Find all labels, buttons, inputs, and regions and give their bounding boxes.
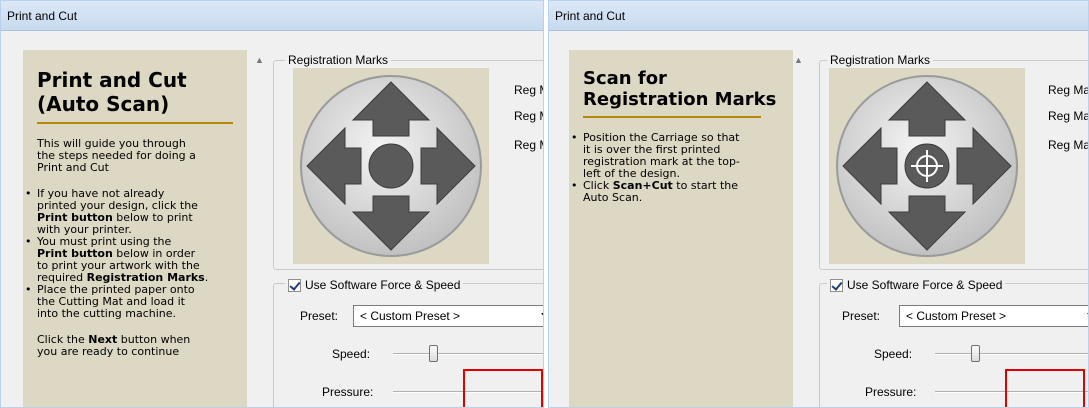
reg-mark-item[interactable]: Reg Mar [1048,109,1088,123]
title-bar: Print and Cut [549,1,1088,31]
guide-steps: If you have not already printed your des… [25,188,237,320]
print-and-cut-window-right: Print and Cut Scan for Registration Mark… [548,0,1089,408]
window-title: Print and Cut [555,9,626,23]
speed-slider-thumb[interactable] [971,345,980,362]
pressure-label: Pressure: [322,385,374,399]
guide-heading-line1: Print and Cut [37,68,187,92]
highlight-box [1005,369,1085,407]
preset-label: Preset: [842,309,881,323]
guide-step: Place the printed paper onto the Cutting… [25,284,237,320]
guide-panel: Scan for Registration Marks Position the… [569,50,793,407]
title-bar: Print and Cut [1,1,543,31]
window-title: Print and Cut [7,9,78,23]
use-software-force-label: Use Software Force & Speed [305,278,461,292]
guide-step: If you have not already printed your des… [25,188,237,236]
registration-marks-label: Registration Marks [285,53,392,67]
print-and-cut-window-left: Print and Cut Print and Cut (Auto Scan) … [0,0,544,408]
heading-rule [37,122,233,124]
preset-value: < Custom Preset > [906,309,1007,323]
use-software-force-checkbox[interactable]: Use Software Force & Speed [285,278,464,292]
preset-select[interactable]: < Custom Preset > [353,305,543,327]
speed-slider-track[interactable] [935,353,1088,355]
reg-mark-item[interactable]: Reg Mar [514,83,543,97]
guide-outro: Click the Next button when you are ready… [37,333,191,358]
heading-rule [583,116,761,118]
use-software-force-checkbox[interactable]: Use Software Force & Speed [827,278,1006,292]
guide-panel: Print and Cut (Auto Scan) This will guid… [23,50,247,407]
preset-label: Preset: [300,309,339,323]
guide-heading: Print and Cut (Auto Scan) [37,68,237,116]
direction-pad [829,68,1025,264]
registration-marks-label: Registration Marks [827,53,934,67]
crosshair-target-icon[interactable] [904,143,950,189]
guide-heading-line1: Scan for [583,68,667,89]
speed-slider-track[interactable] [393,353,543,355]
preset-select[interactable]: < Custom Preset > [899,305,1088,327]
speed-label: Speed: [874,347,913,361]
highlight-box [463,369,543,407]
checkbox-checked-icon[interactable] [830,278,843,292]
guide-step: Position the Carriage so that it is over… [571,132,783,180]
preset-value: < Custom Preset > [360,309,461,323]
guide-heading-line2: (Auto Scan) [37,92,170,116]
guide-step: You must print using the Print button be… [25,236,237,284]
use-software-force-label: Use Software Force & Speed [847,278,1003,292]
reg-mark-item[interactable]: Reg Mar [514,109,543,123]
center-button-icon[interactable] [368,143,414,189]
reg-mark-item[interactable]: Reg Mar [514,138,543,152]
guide-steps: Position the Carriage so that it is over… [571,132,783,204]
speed-label: Speed: [332,347,371,361]
guide-heading: Scan for Registration Marks [583,68,783,110]
speed-slider-thumb[interactable] [429,345,438,362]
guide-step: Click Scan+Cut to start the Auto Scan. [571,180,783,204]
scroll-up-icon[interactable]: ▲ [794,55,803,65]
reg-mark-item[interactable]: Reg Mar [1048,83,1088,97]
direction-pad [293,68,489,264]
scroll-up-icon[interactable]: ▲ [255,55,264,65]
checkbox-checked-icon[interactable] [288,278,301,292]
reg-mark-item[interactable]: Reg Mar [1048,138,1088,152]
pressure-label: Pressure: [865,385,917,399]
guide-intro: This will guide you through the steps ne… [37,137,196,174]
guide-heading-line2: Registration Marks [583,89,777,110]
